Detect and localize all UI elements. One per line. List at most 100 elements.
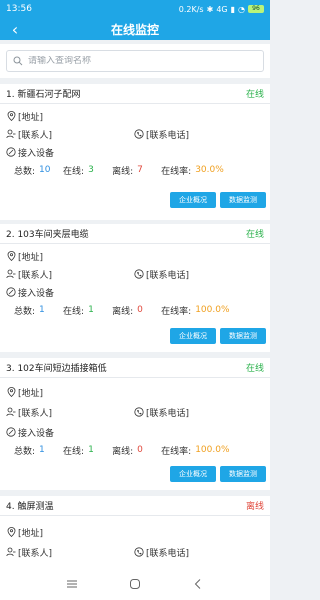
monitor-card[interactable]: 2. 103车间夹层电缆 在线 [地址] [联系人] [联系电话] 接入设备 总… [0,224,270,352]
devices-row: 接入设备 [6,424,54,440]
link-icon [6,287,16,297]
title-bar: ‹ 在线监控 [0,18,270,40]
card-title: 4. 触屏测温 [6,502,54,512]
card-title: 3. 102车间短边插接箱低 [6,364,107,374]
triangle-back-icon [195,579,201,589]
card-header: 2. 103车间夹层电缆 在线 [0,224,270,244]
phone-row: [联系电话] [134,126,189,142]
contact-row: [联系人] [6,404,52,420]
card-title: 1. 新疆石河子配网 [6,90,81,100]
phone-text: [联系电话] [146,408,190,419]
offline-count: 7 [137,165,143,175]
address-text: [地址] [18,112,44,123]
phone-text: [联系电话] [146,270,190,281]
online-rate: 100.0% [195,305,230,315]
location-icon [6,251,16,261]
address-text: [地址] [18,252,44,263]
monitor-card[interactable]: 1. 新疆石河子配网 在线 [地址] [联系人] [联系电话] 接入设备 总数:… [0,84,270,220]
address-text: [地址] [18,528,44,539]
person-icon [6,129,16,139]
online-label: 在线: [63,306,85,317]
status-badge: 在线 [245,90,264,100]
phone-row: [联系电话] [134,404,189,420]
total-label: 总数: [14,166,36,177]
offline-label: 离线: [112,166,134,177]
back-button[interactable]: ‹ [6,18,24,40]
offline-count: 0 [137,445,143,455]
location-icon [6,111,16,121]
link-icon [6,147,16,157]
phone-icon [134,547,144,557]
menu-icon [66,580,77,588]
address-row: [地址] [6,248,43,264]
offline-label: 离线: [112,306,134,317]
search-icon [13,56,23,66]
page-title: 在线监控 [110,22,159,37]
chevron-left-icon: ‹ [11,19,19,39]
status-icons: 0.2K/s ✱ 4G ▮ ◔ 96 [179,5,264,14]
rate-label: 在线率: [161,166,192,177]
card-header: 3. 102车间短边插接箱低 在线 [0,358,270,378]
search-input[interactable] [28,56,263,66]
address-text: [地址] [18,388,44,399]
devices-label: 接入设备 [18,428,55,439]
contact-text: [联系人] [18,548,53,559]
contact-text: [联系人] [18,130,53,141]
data-monitoring-button[interactable]: 数据监测 [220,192,266,208]
total-count: 1 [39,445,45,455]
status-badge: 在线 [245,230,264,240]
phone-icon [134,269,144,279]
online-count: 1 [88,445,94,455]
search-area [0,44,270,78]
devices-row: 接入设备 [6,284,54,300]
online-rate: 30.0% [195,165,224,175]
rate-label: 在线率: [161,446,192,457]
bluetooth-icon: ✱ [206,4,214,14]
contact-text: [联系人] [18,408,53,419]
online-rate: 100.0% [195,445,230,455]
company-overview-button[interactable]: 企业概况 [170,466,216,482]
network-speed: 0.2K/s [178,4,204,14]
offline-count: 0 [137,305,143,315]
phone-icon [134,129,144,139]
company-overview-button[interactable]: 企业概况 [170,192,216,208]
status-bar: 13:56 0.2K/s ✱ 4G ▮ ◔ 96 [0,0,270,18]
card-header: 4. 触屏测温 离线 [0,496,270,516]
search-box[interactable] [6,50,264,72]
devices-label: 接入设备 [18,148,55,159]
contact-text: [联系人] [18,270,53,281]
contact-row: [联系人] [6,266,52,282]
device-stats: 总数: 1 在线: 1 离线: 0 在线率: 100.0% [14,442,264,458]
monitor-card[interactable]: 3. 102车间短边插接箱低 在线 [地址] [联系人] [联系电话] 接入设备… [0,358,270,490]
company-overview-button[interactable]: 企业概况 [170,328,216,344]
status-time: 13:56 [6,4,32,14]
contact-row: [联系人] [6,544,52,560]
link-icon [6,427,16,437]
address-row: [地址] [6,108,43,124]
top-bar: 13:56 0.2K/s ✱ 4G ▮ ◔ 96 ‹ 在线监控 [0,0,270,40]
address-row: [地址] [6,524,43,540]
signal-icon: ▮ [230,4,236,14]
phone-text: [联系电话] [146,548,190,559]
total-count: 10 [39,165,51,175]
online-label: 在线: [63,166,85,177]
data-monitoring-button[interactable]: 数据监测 [220,328,266,344]
online-count: 3 [88,165,94,175]
data-monitoring-button[interactable]: 数据监测 [220,466,266,482]
battery-icon: 96 [248,5,264,13]
offline-label: 离线: [112,446,134,457]
address-row: [地址] [6,384,43,400]
online-count: 1 [88,305,94,315]
back-nav-button[interactable] [188,574,208,594]
phone-icon [134,407,144,417]
device-stats: 总数: 1 在线: 1 离线: 0 在线率: 100.0% [14,302,264,318]
monitor-card[interactable]: 4. 触屏测温 离线 [地址] [联系人] [联系电话] [0,496,270,568]
status-badge: 在线 [245,364,264,374]
home-button[interactable] [125,574,145,594]
total-label: 总数: [14,446,36,457]
card-title: 2. 103车间夹层电缆 [6,230,89,240]
wifi-icon: ◔ [238,4,245,14]
menu-button[interactable] [62,574,82,594]
total-count: 1 [39,305,45,315]
devices-row: 接入设备 [6,144,54,160]
